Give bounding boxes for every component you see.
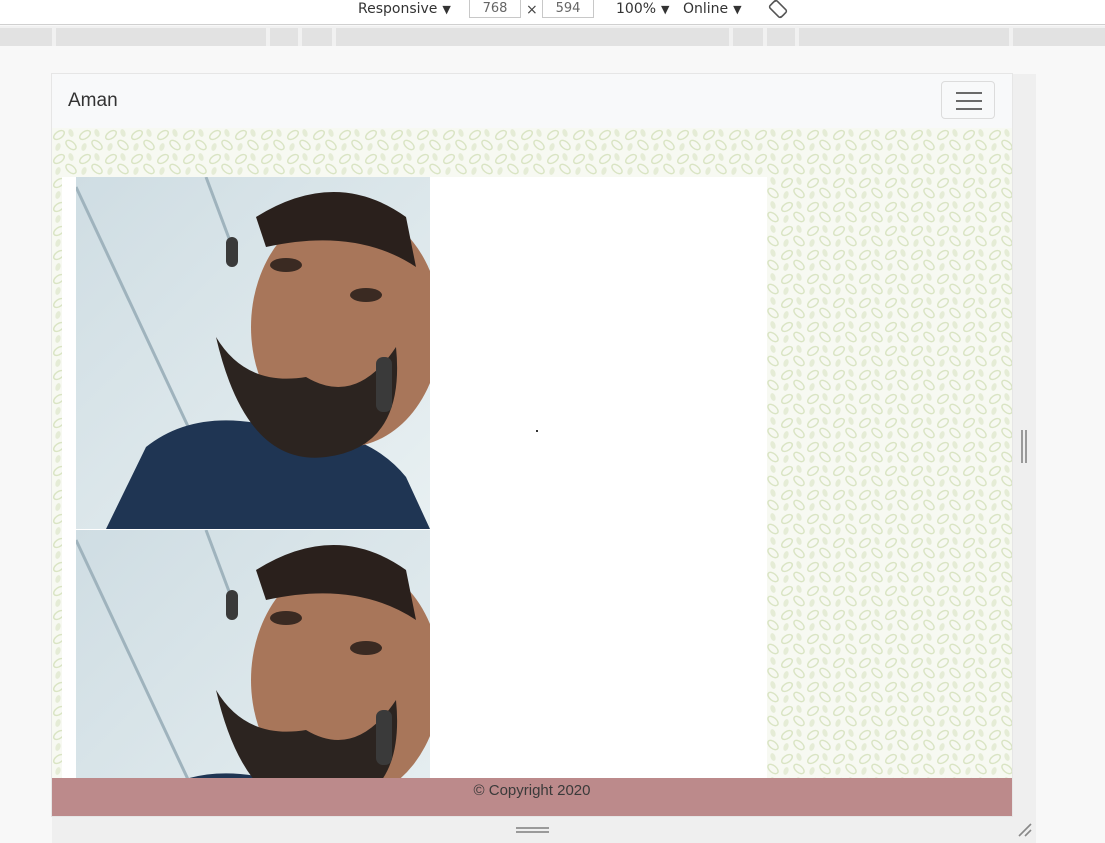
zoom-dropdown-arrow-icon: ▼: [661, 3, 670, 16]
navbar: Aman: [52, 74, 1012, 129]
resize-handle-bottom[interactable]: [516, 827, 549, 833]
profile-photo: [76, 177, 430, 529]
emulated-viewport: Aman © Copyright 2020: [52, 74, 1012, 816]
hamburger-menu-icon: [956, 92, 982, 110]
device-dropdown-arrow-icon: ▼: [442, 3, 451, 16]
leaf-pattern-section: [52, 128, 1012, 778]
media-query-bar: [0, 26, 1105, 46]
media-query-segment[interactable]: [733, 28, 763, 46]
media-query-segment[interactable]: [336, 28, 729, 46]
media-query-segment[interactable]: [767, 28, 795, 46]
dimension-separator: ×: [526, 2, 538, 18]
throttle-select[interactable]: Online ▼: [683, 0, 742, 22]
center-dot: [536, 430, 538, 432]
resize-corner-icon[interactable]: [1016, 821, 1032, 837]
media-query-segment[interactable]: [799, 28, 1009, 46]
zoom-select-label: 100%: [616, 1, 657, 17]
media-query-segment[interactable]: [270, 28, 298, 46]
rotate-device-icon[interactable]: [768, 0, 788, 19]
media-query-segment[interactable]: [0, 28, 52, 46]
zoom-select[interactable]: 100% ▼: [616, 0, 670, 22]
device-select-label: Responsive: [358, 1, 438, 17]
throttle-dropdown-arrow-icon: ▼: [733, 3, 742, 16]
media-query-segment[interactable]: [56, 28, 266, 46]
navbar-toggler-button[interactable]: [941, 81, 995, 119]
device-toolbar: Responsive ▼ × 100% ▼ Online ▼: [0, 0, 1105, 25]
device-select[interactable]: Responsive ▼: [358, 0, 451, 22]
resize-handle-right[interactable]: [1021, 430, 1027, 463]
throttle-select-label: Online: [683, 1, 729, 17]
profile-photo: [76, 530, 430, 778]
width-input[interactable]: [469, 0, 521, 18]
copyright-text: © Copyright 2020: [473, 782, 591, 799]
navbar-brand[interactable]: Aman: [68, 90, 118, 112]
media-query-segment[interactable]: [302, 28, 332, 46]
footer: © Copyright 2020: [52, 778, 1012, 816]
height-input[interactable]: [542, 0, 594, 18]
media-query-segment[interactable]: [1013, 28, 1105, 46]
